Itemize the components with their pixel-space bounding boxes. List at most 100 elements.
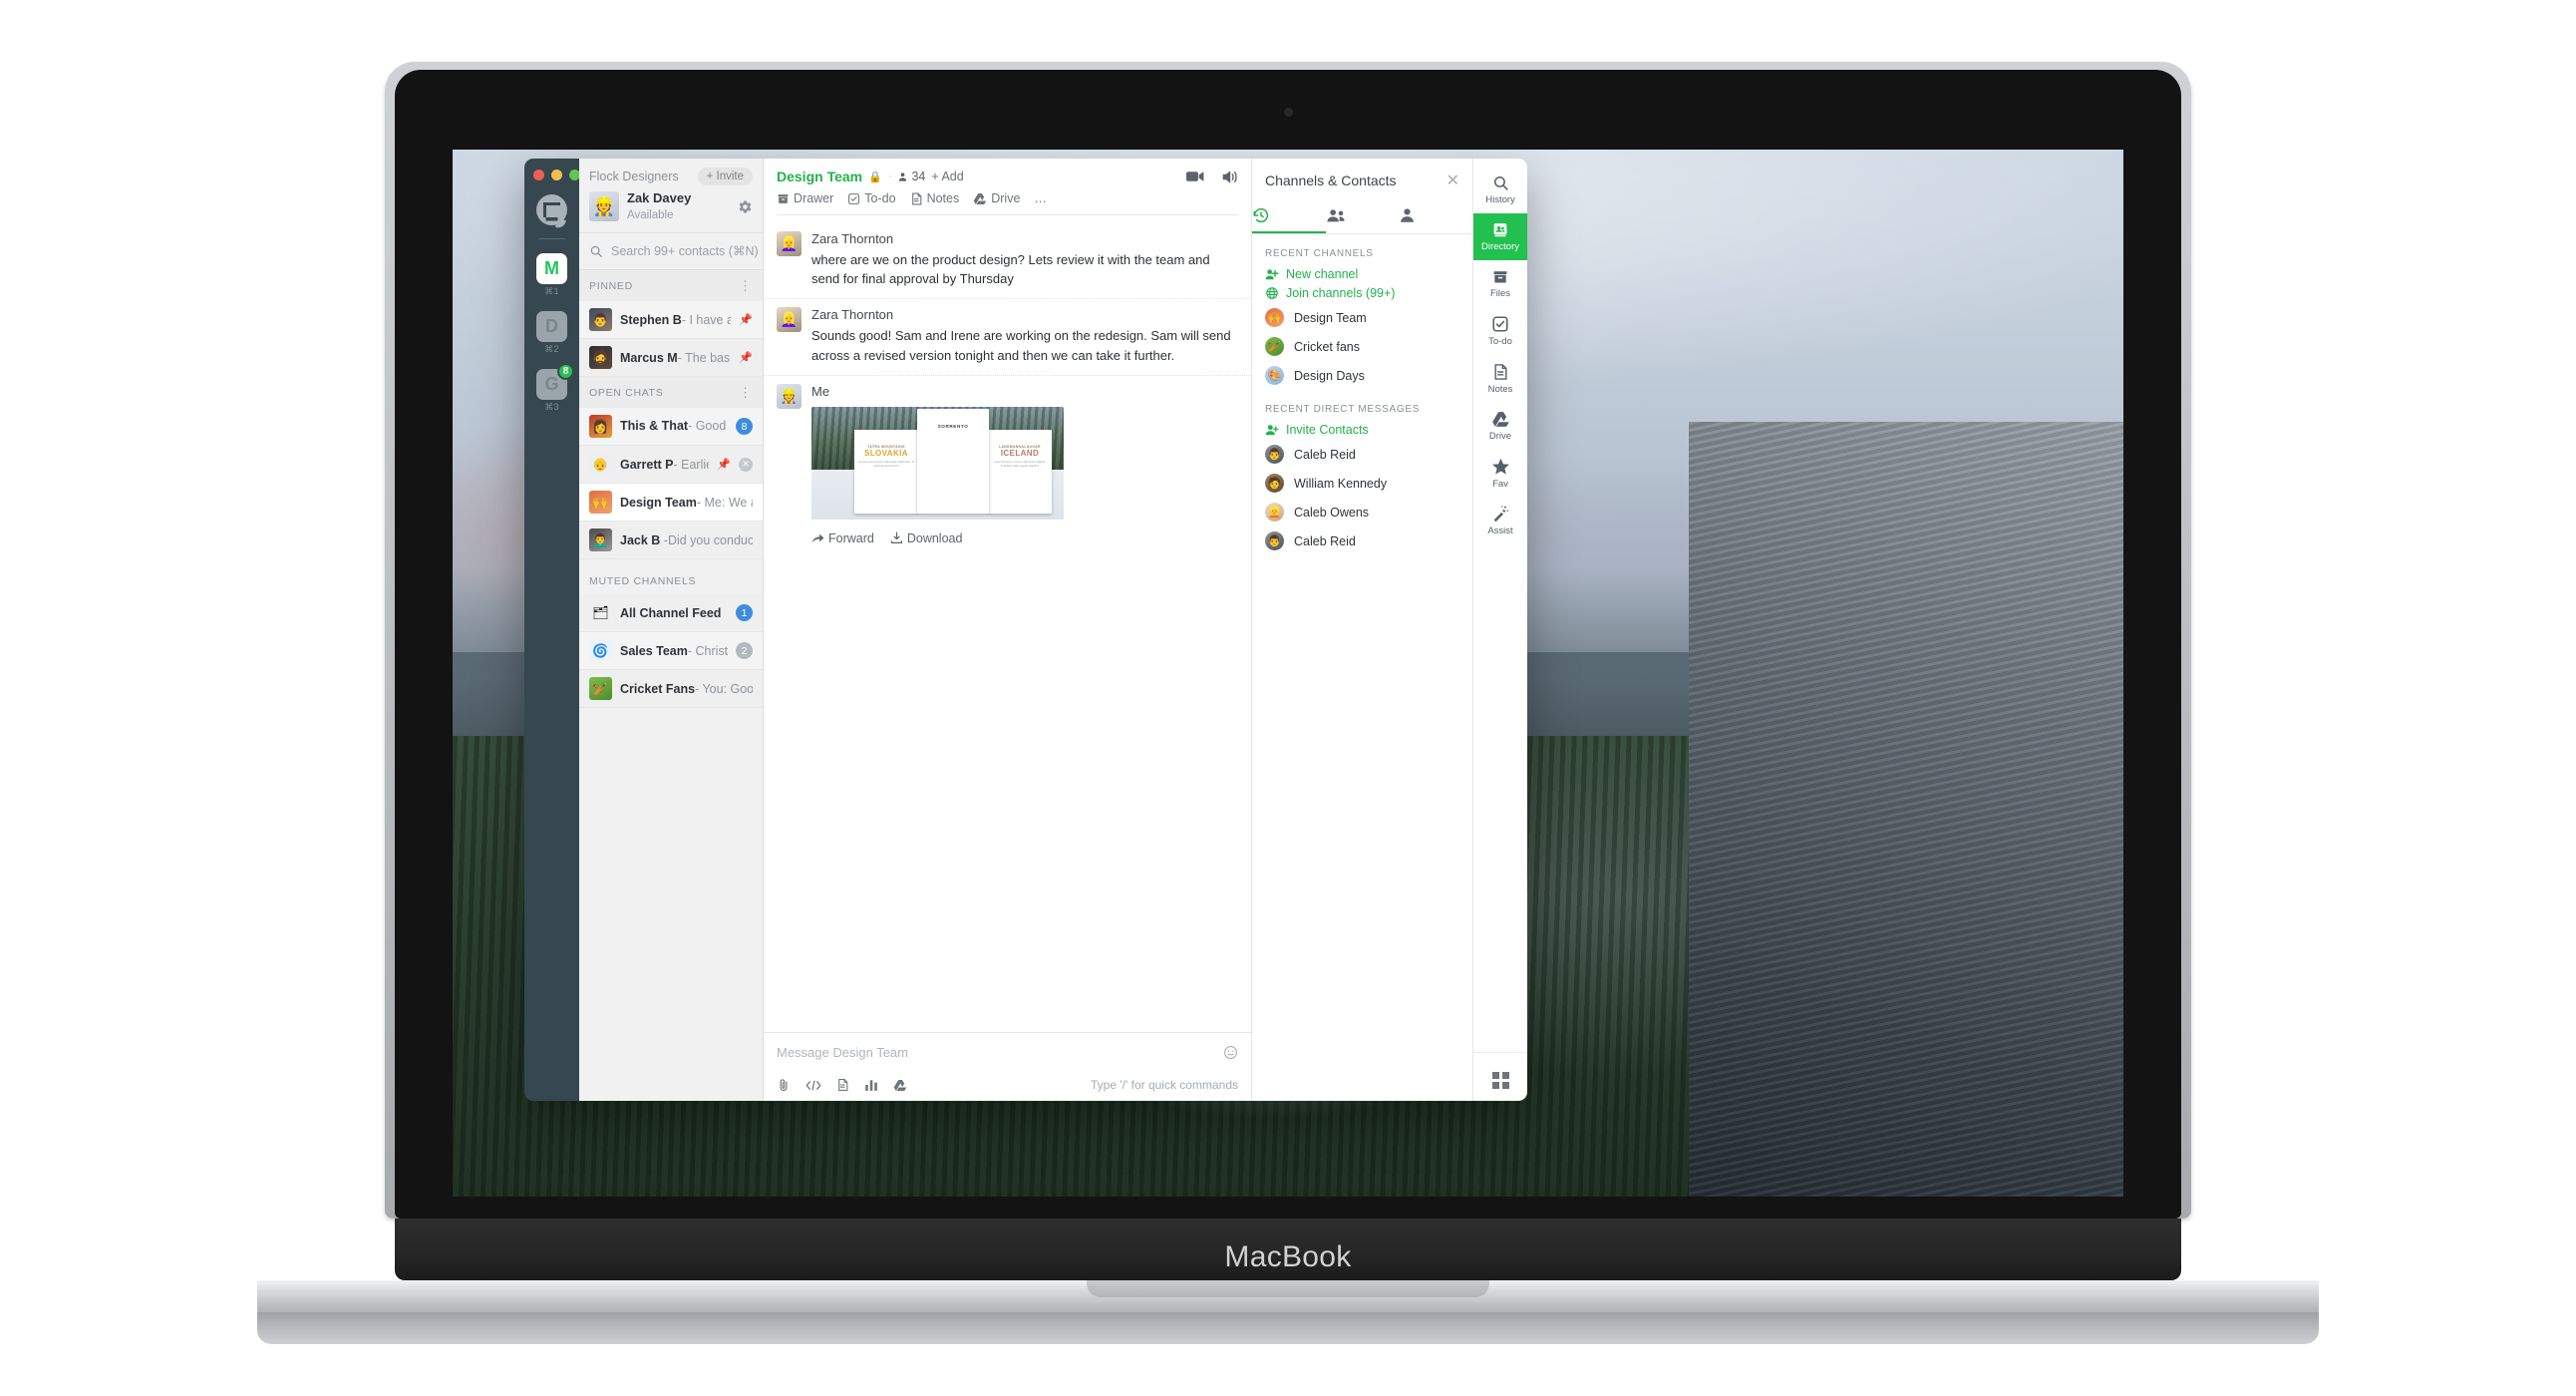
video-camera-icon[interactable]	[1186, 170, 1205, 183]
composer-input-row[interactable]	[777, 1045, 1238, 1060]
close-icon[interactable]: ✕	[739, 457, 753, 472]
drive-icon[interactable]	[893, 1079, 907, 1092]
drawer-button[interactable]: Drawer	[777, 191, 833, 205]
image-attachment[interactable]: TATRA MOUNTAINS SLOVAKIA Aenean elementu…	[811, 406, 1064, 520]
unread-badge: 1	[736, 604, 753, 621]
current-user-row[interactable]: 👷 Zak Davey Available	[579, 185, 763, 232]
member-count[interactable]: 34	[897, 170, 925, 183]
toolbar-item-fav[interactable]: Fav	[1473, 450, 1527, 498]
list-item[interactable]: 👨 Stephen B- I have a thing for 📌	[579, 301, 763, 339]
avatar: 🏏	[589, 677, 612, 700]
toolbar-item-notes[interactable]: Notes	[1473, 355, 1527, 403]
chat-snippet: - Me: We are re…	[696, 495, 753, 510]
avatar: 🗂	[592, 604, 609, 620]
toolbar-item-history[interactable]: History	[1473, 167, 1527, 213]
chat-preview: Cricket Fans- You: Good game	[620, 682, 753, 696]
tab-groups[interactable]	[1326, 199, 1400, 233]
attachment-icon[interactable]	[777, 1078, 791, 1092]
toolbar-item-todo[interactable]: To-do	[1473, 307, 1527, 355]
avatar: 🙌	[589, 491, 612, 514]
section-header-open-chats: OPEN CHATS ⋮	[579, 377, 763, 408]
pin-icon[interactable]: 📌	[739, 313, 753, 326]
list-item[interactable]: 🏏 Cricket Fans- You: Good game	[579, 670, 763, 708]
drive-button[interactable]: Drive	[973, 191, 1020, 205]
list-item[interactable]: 🌀 Sales Team- Christopher J: 2	[579, 632, 763, 670]
message-input[interactable]	[777, 1045, 1223, 1060]
new-channel-button[interactable]: New channel	[1252, 265, 1472, 284]
speaker-icon[interactable]	[1221, 170, 1238, 184]
page-title: Design Team	[777, 169, 863, 184]
forward-button[interactable]: Forward	[811, 531, 874, 545]
tab-history[interactable]	[1252, 199, 1326, 233]
pin-icon[interactable]: 📌	[717, 458, 731, 471]
list-item[interactable]: 🗂 All Channel Feed 1	[579, 594, 763, 632]
rail-app-tile[interactable]: D	[536, 311, 567, 342]
checkbox-icon	[848, 192, 860, 204]
list-item[interactable]: 👱 Caleb Owens	[1252, 498, 1472, 526]
add-members-button[interactable]: + Add	[931, 170, 963, 183]
rail-app-1[interactable]: D ⌘2	[536, 311, 567, 365]
avatar: 👨	[1265, 531, 1284, 550]
flock-logo-icon	[536, 194, 567, 225]
apps-grid-button[interactable]	[1473, 1052, 1527, 1101]
code-snippet-icon[interactable]	[805, 1079, 821, 1092]
poll-icon[interactable]	[864, 1078, 878, 1092]
rail-app-2[interactable]: G 8 ⌘3	[536, 363, 574, 423]
forward-arrow-icon	[811, 533, 824, 543]
group-people-icon	[1327, 209, 1345, 222]
search-input[interactable]	[611, 244, 772, 258]
postcard-iceland: LANDMANNALAUGAR ICELAND Cras bibendum cu…	[988, 429, 1052, 514]
unread-badge: 2	[736, 642, 753, 659]
rail-app-0[interactable]: M ⌘1	[536, 253, 567, 307]
avatar: 🧑	[1265, 474, 1284, 493]
rail-app-tile[interactable]: M	[536, 253, 567, 284]
list-item[interactable]: 🧔 Marcus M- The basic proc… 📌	[579, 339, 763, 377]
document-icon[interactable]	[836, 1078, 849, 1092]
close-window-button[interactable]	[533, 170, 544, 180]
more-icon[interactable]: …	[1034, 191, 1047, 205]
gear-icon[interactable]	[738, 199, 753, 214]
list-item[interactable]: 👩 This & That- Good job👏… 8	[579, 408, 763, 446]
rail-app-tile[interactable]: G 8	[536, 363, 574, 400]
list-item[interactable]: 👨 Caleb Reid	[1252, 526, 1472, 555]
toolbar-item-assist[interactable]: Assist	[1473, 497, 1527, 544]
chat-snippet: - I have a thing for	[681, 312, 732, 327]
list-item[interactable]: 🏏 Cricket fans	[1252, 332, 1472, 361]
pin-icon[interactable]: 📌	[739, 351, 753, 364]
note-icon	[911, 192, 921, 204]
list-item[interactable]: 👨‍🦱 Jack B -Did you conduct any sur	[579, 522, 763, 559]
toolbar-item-directory[interactable]: Directory	[1473, 212, 1527, 260]
toolbar-item-files[interactable]: Files	[1473, 260, 1527, 307]
window-traffic-lights[interactable]	[533, 170, 580, 180]
message-text: Sounds good! Sam and Irene are working o…	[811, 328, 1231, 363]
join-channels-button[interactable]: Join channels (99+)	[1252, 284, 1472, 303]
invite-button[interactable]: + Invite	[697, 168, 753, 185]
tab-contacts[interactable]	[1399, 199, 1472, 233]
list-item[interactable]: 🙌 Design Team	[1252, 303, 1472, 332]
list-item[interactable]: 🎨 Design Days	[1252, 361, 1472, 390]
section-label-recent-channels: RECENT CHANNELS	[1265, 248, 1374, 259]
postcard-body: Aenean elementum malesuada sollicitudin.…	[857, 459, 915, 469]
contacts-search-row[interactable]: +	[579, 232, 790, 270]
close-icon[interactable]: ✕	[1447, 171, 1459, 190]
list-item[interactable]: 🙌 Design Team- Me: We are re…	[579, 484, 763, 522]
smiley-icon[interactable]	[1223, 1045, 1238, 1060]
toolbar-item-drive[interactable]: Drive	[1473, 403, 1527, 450]
list-item[interactable]: 👴 Garrett P- Earlier this… 📌 ✕	[579, 446, 763, 484]
download-icon	[890, 531, 902, 544]
avatar: 🧔	[589, 346, 612, 369]
laptop-foot	[257, 1312, 2319, 1344]
list-item[interactable]: 🧑 William Kennedy	[1252, 469, 1472, 498]
minimize-window-button[interactable]	[551, 170, 562, 180]
section-label: MUTED CHANNELS	[589, 575, 697, 587]
screenshot-stage: M ⌘1 D ⌘2 G 8 ⌘3 Flock Designers + Invit…	[0, 0, 2576, 1396]
person-icon	[899, 172, 907, 181]
list-item[interactable]: 👨 Caleb Reid	[1252, 440, 1472, 469]
section-overflow-icon[interactable]: ⋮	[739, 278, 753, 294]
todo-button[interactable]: To-do	[847, 191, 896, 205]
rail-app-letter: M	[544, 258, 559, 278]
notes-button[interactable]: Notes	[910, 191, 959, 205]
invite-contacts-button[interactable]: Invite Contacts	[1252, 421, 1472, 440]
download-button[interactable]: Download	[890, 531, 962, 545]
section-overflow-icon[interactable]: ⋮	[739, 385, 753, 401]
